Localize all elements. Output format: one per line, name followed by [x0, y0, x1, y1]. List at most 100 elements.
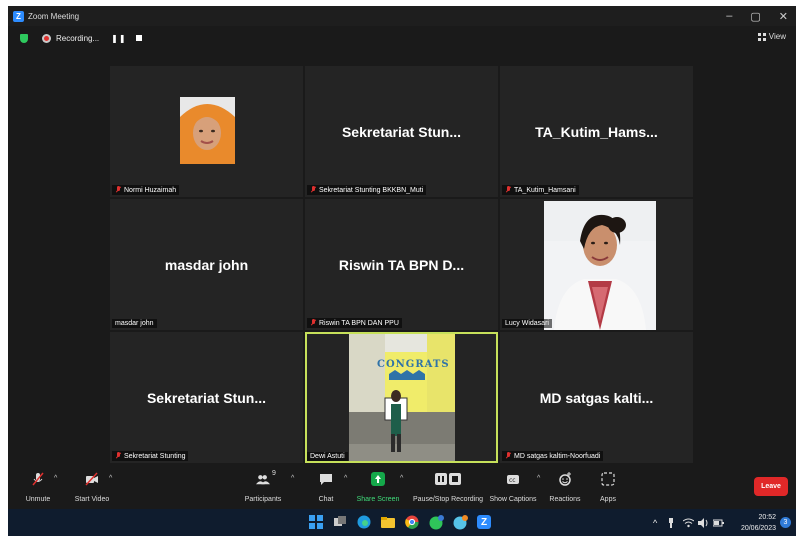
participant-name: MD satgas kaltim-Noorfuadi: [514, 452, 601, 460]
chat-caret-icon[interactable]: ^: [344, 475, 347, 482]
participant-photo: [180, 97, 235, 164]
participant-tile[interactable]: masdar john masdar john: [110, 199, 303, 330]
unmute-label: Unmute: [25, 496, 51, 503]
participant-name-label: Dewi Astuti: [307, 452, 348, 461]
clock-date: 20/06/2023: [740, 525, 776, 532]
participants-label: Participants: [244, 496, 282, 503]
start-video-button[interactable]: Start Video: [62, 472, 122, 503]
participants-icon: 9: [256, 470, 276, 486]
zoom-window: Z Zoom Meeting – ▢ ✕ Recording... ❚❚ Vie…: [8, 6, 796, 509]
tray-overflow-caret-icon[interactable]: ^: [653, 518, 657, 528]
whatsapp-business-icon[interactable]: [453, 515, 468, 530]
tray-area: ^: [653, 509, 725, 536]
unmute-button[interactable]: Unmute: [8, 472, 68, 503]
participant-name: TA_Kutim_Hamsani: [514, 186, 576, 194]
chat-label: Chat: [318, 496, 334, 503]
maximize-button[interactable]: ▢: [750, 10, 760, 23]
share-screen-button[interactable]: Share Screen: [348, 472, 408, 503]
show-captions-button[interactable]: cc Show Captions: [483, 472, 543, 503]
participant-tile[interactable]: Normi Huzaimah: [110, 66, 303, 197]
muted-mic-icon: [115, 452, 121, 460]
windows-start-icon[interactable]: [309, 515, 323, 529]
apps-icon: [601, 472, 615, 486]
battery-icon[interactable]: [713, 518, 725, 528]
participant-name: Normi Huzaimah: [124, 186, 177, 194]
pause-stop-icon: [435, 472, 461, 486]
wifi-icon[interactable]: [683, 518, 695, 528]
muted-mic-icon: [310, 186, 316, 194]
muted-mic-icon: [505, 186, 511, 194]
os-taskbar: Z ^ 20:52 20/06/2023 3: [8, 509, 796, 536]
leave-button[interactable]: Leave: [754, 477, 788, 496]
muted-mic-icon: [31, 472, 45, 486]
recording-label: Recording...: [56, 33, 100, 43]
muted-mic-icon: [505, 452, 511, 460]
meeting-toolbar: Unmute ^ Start Video ^ 9 Participants ^: [8, 468, 796, 509]
participant-name-label: TA_Kutim_Hamsani: [502, 185, 579, 195]
participants-button[interactable]: 9 Participants: [233, 470, 293, 503]
share-screen-label: Share Screen: [356, 496, 400, 503]
start-video-label: Start Video: [74, 496, 110, 503]
muted-mic-icon: [115, 186, 121, 194]
zoom-logo-icon: Z: [13, 10, 24, 22]
usb-icon[interactable]: [667, 517, 675, 528]
captions-icon: cc: [506, 472, 520, 486]
participant-tile[interactable]: Lucy Widasari: [500, 199, 693, 330]
participant-name: Dewi Astuti: [310, 453, 345, 460]
participant-name: Lucy Widasari: [505, 320, 549, 327]
zoom-app-icon[interactable]: Z: [477, 515, 491, 529]
stop-recording-button[interactable]: [135, 35, 142, 41]
participant-tile[interactable]: Sekretariat Stun... Sekretariat Stunting: [110, 332, 303, 463]
participant-tile[interactable]: Riswin TA BPN D... Riswin TA BPN DAN PPU: [305, 199, 498, 330]
participant-display-name: Sekretariat Stun...: [341, 123, 462, 140]
grid-view-icon: [757, 32, 766, 41]
chrome-browser-icon[interactable]: [405, 515, 419, 529]
participant-display-name: Sekretariat Stun...: [146, 389, 267, 406]
video-off-icon: [85, 472, 99, 486]
share-caret-icon[interactable]: ^: [400, 475, 403, 482]
notification-badge[interactable]: 3: [780, 517, 791, 528]
whatsapp-icon[interactable]: [429, 515, 444, 530]
pause-stop-recording-button[interactable]: Pause/Stop Recording: [413, 472, 483, 503]
participant-tile[interactable]: MD satgas kalti... MD satgas kaltim-Noor…: [500, 332, 693, 463]
svg-text:cc: cc: [509, 477, 516, 484]
congrats-banner-text: CONGRATS: [377, 359, 450, 370]
minimize-button[interactable]: –: [726, 10, 732, 22]
participant-name: Riswin TA BPN DAN PPU: [319, 319, 399, 327]
participant-tile[interactable]: Sekretariat Stun... Sekretariat Stunting…: [305, 66, 498, 197]
task-view-icon[interactable]: [333, 515, 347, 529]
audio-options-caret-icon[interactable]: ^: [54, 475, 57, 482]
screen: Z Zoom Meeting – ▢ ✕ Recording... ❚❚ Vie…: [0, 0, 801, 536]
volume-icon[interactable]: [698, 517, 709, 528]
participant-name-label: Sekretariat Stunting BKKBN_Muti: [307, 185, 427, 195]
participant-display-name: Riswin TA BPN D...: [338, 256, 465, 273]
participant-name-label: Normi Huzaimah: [112, 185, 180, 195]
close-button[interactable]: ✕: [779, 10, 788, 23]
participant-name: Sekretariat Stunting BKKBN_Muti: [319, 186, 424, 194]
participant-name-label: Sekretariat Stunting: [112, 451, 189, 461]
participant-photo: [544, 201, 656, 330]
chat-icon: [319, 472, 333, 486]
view-button[interactable]: View: [757, 32, 786, 41]
file-explorer-icon[interactable]: [381, 515, 395, 529]
participant-display-name: TA_Kutim_Hams...: [535, 123, 658, 140]
recording-bar: Recording... ❚❚ View: [8, 28, 796, 48]
participants-count: 9: [272, 470, 276, 477]
participant-name: masdar john: [115, 320, 154, 327]
video-options-caret-icon[interactable]: ^: [109, 475, 112, 482]
participants-caret-icon[interactable]: ^: [291, 475, 294, 482]
edge-browser-icon[interactable]: [357, 515, 371, 529]
reactions-smiley-icon: [558, 472, 572, 486]
clock-time: 20:52: [758, 514, 776, 521]
participant-display-name: masdar john: [164, 256, 249, 273]
participant-name-label: MD satgas kaltim-Noorfuadi: [502, 451, 604, 461]
recording-dot-icon: [42, 33, 51, 43]
active-speaker-tile[interactable]: CONGRATS Dewi Astuti: [305, 332, 498, 463]
pause-recording-button[interactable]: ❚❚: [111, 34, 126, 43]
participant-tile[interactable]: TA_Kutim_Hams... TA_Kutim_Hamsani: [500, 66, 693, 197]
system-clock[interactable]: 20:52 20/06/2023: [741, 512, 776, 534]
apps-button[interactable]: Apps: [578, 472, 638, 503]
apps-label: Apps: [600, 496, 616, 503]
participant-name-label: masdar john: [112, 319, 157, 328]
security-shield-icon[interactable]: [20, 33, 28, 43]
